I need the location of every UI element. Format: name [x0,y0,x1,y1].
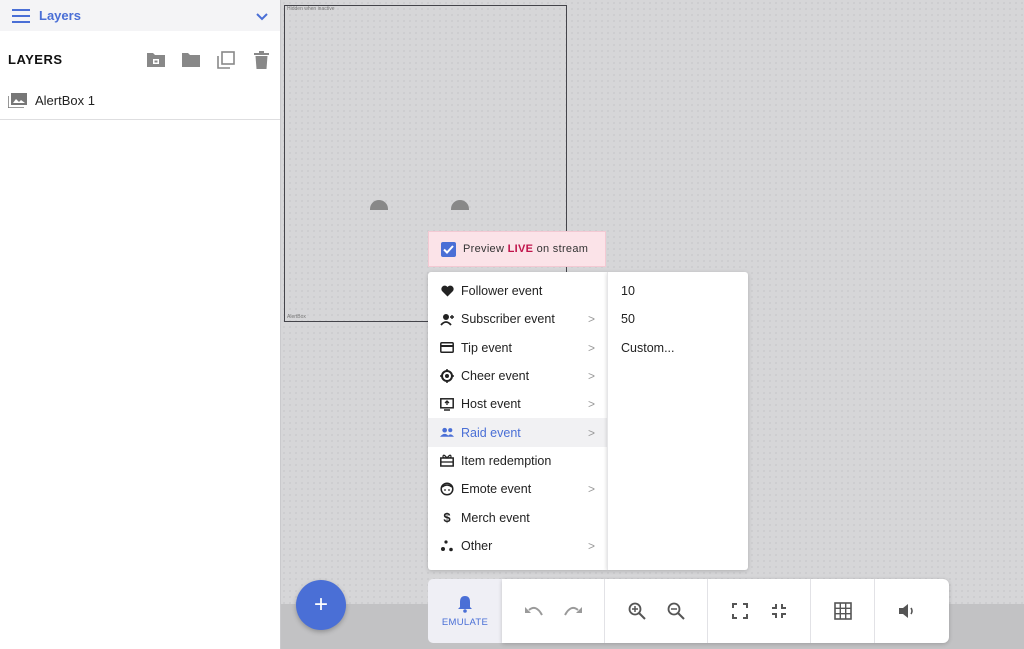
menu-item-label: Follower event [461,284,543,299]
emulate-button[interactable]: EMULATE [428,579,502,643]
volume-button[interactable] [893,598,920,625]
add-scene-folder-button[interactable] [145,49,167,71]
history-group [502,579,605,643]
other-icon [440,539,454,553]
gift-icon [440,454,454,468]
chevron-right-icon: > [587,340,595,355]
undo-icon [524,606,543,616]
layers-panel: Layers LAYERS AlertBox 1 [0,0,281,649]
layer-item[interactable]: AlertBox 1 [0,82,280,120]
menu-item-host-event[interactable]: Host event > [428,390,607,418]
submenu-item-10[interactable]: 10 [608,277,748,305]
emote-icon [440,482,454,496]
trash-icon [253,50,269,69]
grid-toggle-button[interactable] [829,598,856,625]
fit-screen-button[interactable] [765,598,792,625]
sound-group [875,579,938,643]
delete-button[interactable] [250,49,272,71]
layers-toolbar: LAYERS [0,37,280,82]
menu-item-label: Other [461,538,493,553]
submenu-item-50[interactable]: 50 [608,305,748,333]
credit-card-icon [440,341,454,355]
duplicate-button[interactable] [215,49,237,71]
heart-icon [440,284,454,298]
fit-group [708,579,811,643]
menu-item-label: Item redemption [461,453,552,468]
menu-item-label: Merch event [461,510,530,525]
raid-icon [440,426,454,440]
menu-item-raid-event[interactable]: Raid event > [428,418,607,447]
frame-caption-top: Hidden when inactive [287,6,335,12]
chevron-right-icon: > [587,425,595,440]
menu-item-follower-event[interactable]: Follower event [428,277,607,305]
raid-amount-submenu: 10 50 Custom... [607,272,748,570]
chevron-right-icon: > [587,538,595,553]
undo-button[interactable] [520,598,547,625]
copy-icon [217,50,235,69]
layer-item-label: AlertBox 1 [35,93,95,108]
layers-section-label: LAYERS [8,52,63,67]
preview-label-suffix: on stream [533,243,589,255]
preview-checkbox[interactable] [441,241,456,257]
menu-item-label: Tip event [461,340,512,355]
menu-item-label: Emote event [461,482,532,497]
menu-item-emote-event[interactable]: Emote event > [428,475,607,503]
grid-group [811,579,875,643]
menu-item-label: Host event [461,397,521,412]
add-source-button[interactable]: + [296,580,346,630]
fullscreen-button[interactable] [726,598,753,625]
host-icon [440,397,454,411]
submenu-item-custom[interactable]: Custom... [608,334,748,362]
preview-live-word: LIVE [507,243,534,255]
cheer-icon [440,369,454,384]
menu-item-label: Subscriber event [461,312,555,327]
image-layer-icon [8,93,27,108]
frame-caption-bottom: AlertBox [287,314,306,320]
menu-item-other[interactable]: Other > [428,532,607,560]
zoom-in-icon [628,602,646,620]
chevron-right-icon: > [587,369,595,384]
menu-icon [12,8,30,23]
collapse-icon [771,604,786,618]
expand-icon [731,603,748,619]
layers-panel-header[interactable]: Layers [0,0,280,31]
check-icon [443,244,454,254]
volume-icon [898,604,913,618]
zoom-out-button[interactable] [662,598,689,625]
preview-label: Preview LIVE on stream [463,243,588,255]
chevron-right-icon: > [587,397,595,412]
editor-toolbar [502,579,949,643]
zoom-in-button[interactable] [623,598,650,625]
scene-folder-icon [147,53,165,67]
layers-panel-title: Layers [39,8,81,23]
menu-item-label: Raid event [461,425,521,440]
chevron-down-icon[interactable] [254,8,270,24]
redo-icon [563,606,582,616]
redo-button[interactable] [559,598,586,625]
folder-icon [182,53,200,67]
grid-icon [833,602,852,620]
menu-item-tip-event[interactable]: Tip event > [428,334,607,362]
zoom-out-icon [667,602,685,620]
add-folder-button[interactable] [180,49,202,71]
menu-item-subscriber-event[interactable]: Subscriber event > [428,305,607,333]
menu-item-item-redemption[interactable]: Item redemption [428,447,607,475]
zoom-group [605,579,708,643]
chevron-right-icon: > [587,482,595,497]
chevron-right-icon: > [587,312,595,327]
bell-icon [458,595,472,613]
menu-item-cheer-event[interactable]: Cheer event > [428,362,607,390]
emulate-event-menu: Follower event Subscriber event > Tip ev… [428,272,607,570]
emulate-label: EMULATE [441,616,489,628]
dollar-icon: $ [443,510,451,526]
preview-label-prefix: Preview [463,243,508,255]
preview-live-toggle[interactable]: Preview LIVE on stream [428,231,606,267]
plus-icon: + [313,591,328,618]
menu-item-merch-event[interactable]: $ Merch event [428,503,607,531]
subscriber-icon [440,312,454,326]
menu-item-label: Cheer event [461,369,530,384]
